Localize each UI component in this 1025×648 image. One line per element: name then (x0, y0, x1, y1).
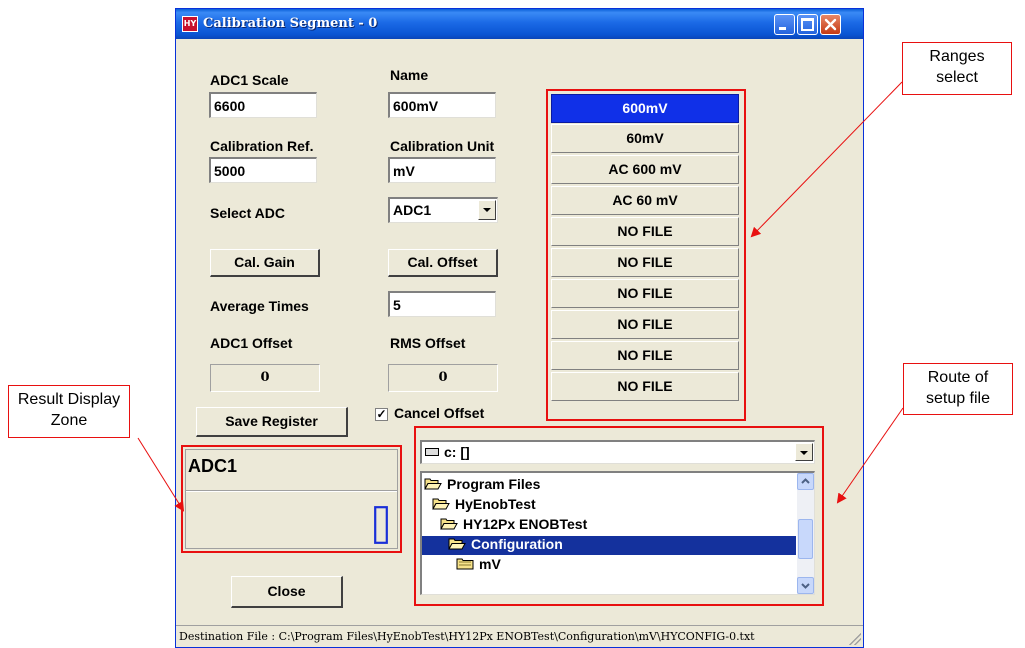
result-arrow (137, 437, 185, 512)
callout-arrows (137, 81, 904, 512)
ranges-arrow (750, 81, 903, 238)
route-arrow (836, 407, 904, 504)
